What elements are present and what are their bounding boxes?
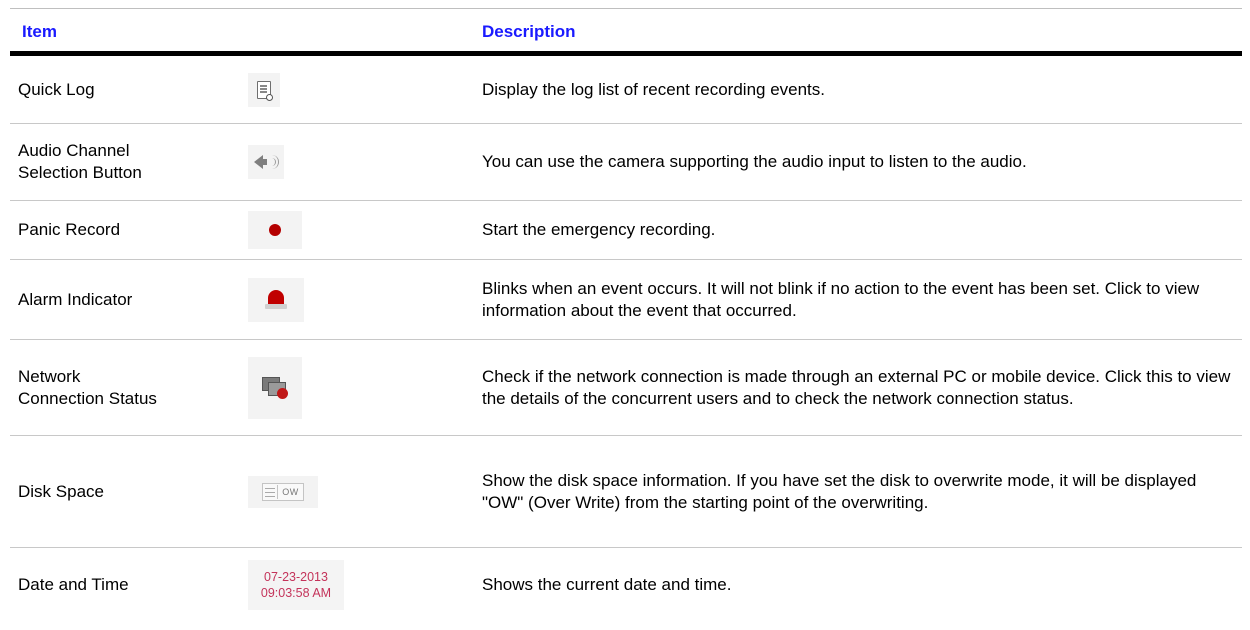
table-row: Network Connection Status Check if the n…	[10, 340, 1242, 436]
row-item-name: Date and Time	[18, 575, 129, 594]
speaker-icon[interactable]	[248, 145, 284, 179]
date-time-display[interactable]: 07-23-2013 09:03:58 AM	[248, 560, 344, 610]
header-rule	[10, 51, 1242, 56]
table-row: Quick Log Display the log list of recent…	[10, 57, 1242, 124]
row-description: Blinks when an event occurs. It will not…	[482, 278, 1200, 320]
row-description: You can use the camera supporting the au…	[482, 152, 1027, 171]
table-row: Alarm Indicator Blinks when an event occ…	[10, 260, 1242, 340]
row-item-name: Alarm Indicator	[18, 289, 133, 309]
table-header: Item Description	[10, 9, 1242, 54]
display-date: 07-23-2013	[264, 570, 328, 584]
row-item-name: Quick Log	[18, 80, 95, 99]
alarm-light-icon[interactable]	[248, 277, 304, 322]
display-time: 09:03:58 AM	[260, 586, 332, 600]
row-description: Check if the network connection is made …	[482, 366, 1231, 408]
row-item-name: Network Connection Status	[18, 366, 157, 408]
quick-log-icon[interactable]	[248, 73, 280, 107]
row-description: Display the log list of recent recording…	[482, 80, 826, 99]
record-dot-icon[interactable]	[248, 211, 302, 249]
table-row: Date and Time 07-23-2013 09:03:58 AM Sho…	[10, 548, 1242, 622]
table-row: Panic Record Start the emergency recordi…	[10, 201, 1242, 260]
row-item-name: Audio Channel Selection Button	[18, 141, 142, 182]
disk-space-icon[interactable]: OW	[248, 475, 318, 508]
row-description: Shows the current date and time.	[482, 575, 732, 594]
header-description: Description	[482, 22, 576, 41]
row-item-name: Disk Space	[18, 481, 104, 501]
row-description: Show the disk space information. If you …	[482, 470, 1197, 512]
header-item: Item	[22, 22, 57, 41]
table-row: Audio Channel Selection Button You can u…	[10, 124, 1242, 201]
table-row: Disk Space OW Show the disk space inform…	[10, 436, 1242, 548]
network-monitors-icon[interactable]	[248, 356, 302, 419]
disk-ow-label: OW	[282, 486, 299, 497]
row-description: Start the emergency recording.	[482, 220, 716, 239]
row-item-name: Panic Record	[18, 220, 121, 239]
